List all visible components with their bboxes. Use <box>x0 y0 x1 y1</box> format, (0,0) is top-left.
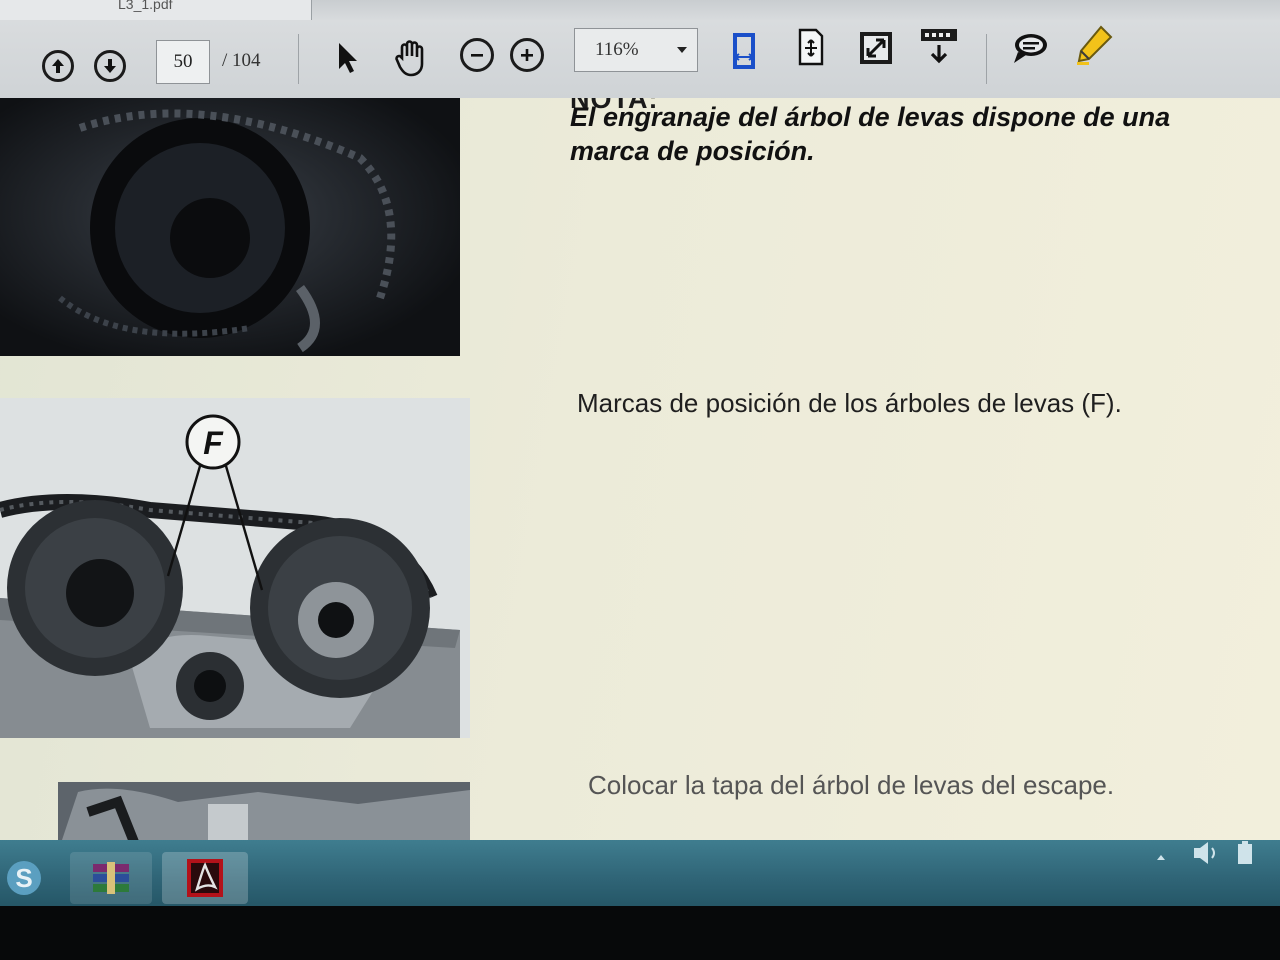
zoom-out-icon <box>471 54 483 57</box>
svg-text:S: S <box>15 863 32 893</box>
engine-photo-bottom <box>58 782 470 840</box>
toolbar-separator <box>298 34 299 84</box>
select-tool-button[interactable] <box>330 38 366 78</box>
chevron-up-icon[interactable] <box>1154 850 1168 864</box>
caption-cover: Colocar la tapa del árbol de levas del e… <box>588 770 1115 800</box>
zoom-value: 116% <box>595 39 639 60</box>
fullscreen-icon <box>860 32 892 64</box>
arrow-up-circle-icon <box>52 59 64 73</box>
taskbar-skype[interactable]: S <box>0 852 48 904</box>
scroll-mode-button[interactable] <box>918 26 960 66</box>
comment-button[interactable] <box>1008 28 1052 68</box>
caption-position-marks: Marcas de posición de los árboles de lev… <box>577 388 1122 418</box>
winrar-icon <box>93 862 129 894</box>
zoom-in-icon <box>521 49 533 61</box>
tab-strip: L3_1.pdf <box>0 0 1280 20</box>
taskbar-acrobat[interactable] <box>162 852 248 904</box>
page-number-input[interactable] <box>156 40 210 84</box>
fit-page-icon <box>798 28 824 66</box>
arrow-down-circle-icon <box>104 59 116 73</box>
page-total: / 104 <box>222 50 261 71</box>
zoom-select[interactable]: 116% <box>574 28 698 72</box>
highlight-pen-icon <box>1077 25 1113 65</box>
scroll-mode-icon <box>921 29 957 64</box>
chevron-down-icon <box>677 47 687 53</box>
fit-page-button[interactable] <box>792 26 830 68</box>
fullscreen-button[interactable] <box>856 28 896 68</box>
prev-page-button[interactable] <box>42 50 74 82</box>
zoom-out-button[interactable] <box>460 38 494 72</box>
toolbar: / 104 116% <box>0 20 1280 99</box>
screen-bezel <box>0 906 1280 960</box>
acrobat-reader-icon <box>187 859 223 897</box>
camshaft-marks-figure: F <box>0 398 470 738</box>
document-page[interactable]: NOTA: El engranaje del árbol de levas di… <box>0 98 1280 840</box>
fit-width-icon <box>733 33 755 69</box>
speaker-icon[interactable] <box>1190 840 1220 866</box>
taskbar: S <box>0 840 1280 906</box>
cursor-arrow-icon <box>339 43 357 73</box>
battery-icon[interactable] <box>1232 840 1258 866</box>
figure-label-f: F <box>203 425 224 461</box>
engine-photo-top <box>0 98 460 356</box>
skype-icon: S <box>7 861 41 895</box>
next-page-button[interactable] <box>94 50 126 82</box>
document-tab[interactable]: L3_1.pdf <box>0 0 312 20</box>
comment-icon <box>1014 34 1047 63</box>
taskbar-winrar[interactable] <box>70 852 152 904</box>
highlight-button[interactable] <box>1074 24 1114 68</box>
hand-icon <box>395 40 424 77</box>
fit-width-button[interactable] <box>724 26 764 76</box>
zoom-in-button[interactable] <box>510 38 544 72</box>
toolbar-separator <box>986 34 987 84</box>
note-text: El engranaje del árbol de levas dispone … <box>570 102 1171 166</box>
hand-tool-button[interactable] <box>390 36 434 80</box>
